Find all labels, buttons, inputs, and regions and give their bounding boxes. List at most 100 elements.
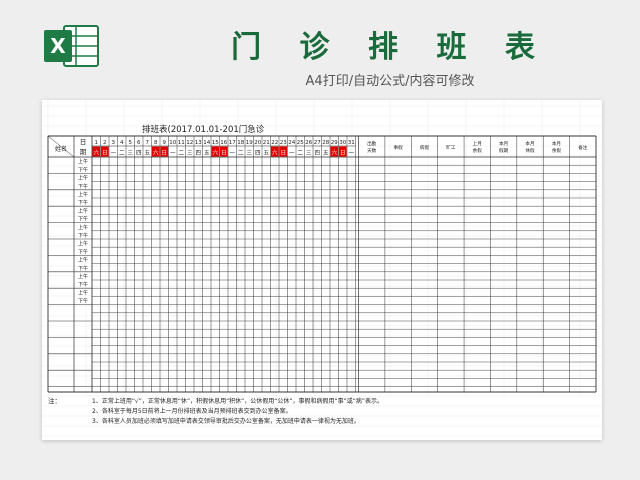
weekday-label: 六 <box>93 149 99 157</box>
weekday-label: 一 <box>348 151 354 157</box>
shift-label: 上午 <box>78 224 88 231</box>
stat-header: 上月 <box>473 140 482 147</box>
weekday-label: 三 <box>306 150 312 157</box>
day-number: 8 <box>154 140 158 146</box>
col-header-date-2: 期 <box>80 148 87 156</box>
weekday-label: 三 <box>246 150 252 157</box>
day-number: 29 <box>331 140 338 146</box>
day-number: 26 <box>305 140 312 146</box>
spreadsheet-preview: 排班表(2017.01.01-201门急诊 日期姓名 1 2 3 4 5 6 7 8 9 10 11 1… <box>42 100 602 440</box>
weekday-label: 二 <box>119 151 125 157</box>
weekday-label: 日 <box>102 150 108 157</box>
day-number: 3 <box>112 140 116 146</box>
stat-header-line2: 天数 <box>367 147 377 154</box>
shift-label: 下午 <box>78 248 88 255</box>
shift-label: 上午 <box>78 257 88 264</box>
day-number: 7 <box>146 140 150 146</box>
day-number: 19 <box>246 140 253 146</box>
day-number: 2 <box>103 140 107 146</box>
shift-label: 上午 <box>78 191 88 198</box>
stat-header: 备注 <box>578 144 588 151</box>
day-number: 24 <box>288 140 295 146</box>
weekday-label: 四 <box>255 150 261 157</box>
weekday-label: 二 <box>297 151 303 157</box>
day-number: 22 <box>271 140 278 146</box>
weekday-label: 日 <box>221 150 227 157</box>
stat-header: 事假 <box>393 144 403 151</box>
weekday-label: 二 <box>238 151 244 157</box>
day-number: 28 <box>322 140 329 146</box>
weekday-label: 二 <box>178 151 184 157</box>
shift-label: 下午 <box>78 232 88 239</box>
page-header: X 门 诊 排 班 表 A4打印/自动公式/内容可修改 <box>0 0 640 100</box>
day-number: 11 <box>178 140 185 146</box>
note-1: 1、正常上班用“√”，正常休息用“休”，积假休息用“积休”，公休假用“公休”，事… <box>92 397 383 405</box>
weekday-label: 日 <box>280 150 286 157</box>
stat-header-line2: 余假 <box>473 147 483 154</box>
stat-header: 本月 <box>499 140 508 147</box>
weekday-label: 四 <box>195 150 201 157</box>
day-number: 17 <box>229 140 236 146</box>
schedule-grid: 排班表(2017.01.01-201门急诊 日期姓名1 2 3 4 5 6 7 8 9 10 11 1… <box>42 100 602 437</box>
day-number: 9 <box>163 140 167 146</box>
day-number: 30 <box>339 140 346 146</box>
shift-label: 上午 <box>78 240 88 247</box>
note-3: 3、各科室人员加班必须填写加班申请表交领导审批后交办公室备案，无加班申请表一律视… <box>92 417 360 425</box>
weekday-label: 日 <box>340 150 346 157</box>
col-header-name: 姓名 <box>55 145 67 153</box>
stat-header-line2: 余假 <box>552 147 562 154</box>
day-number: 1 <box>95 140 99 146</box>
weekday-label: 四 <box>314 150 320 157</box>
note-2: 2、各科室于每月5日前将上一月份排班表及当月预排班表交到办公室备案。 <box>92 407 292 415</box>
notes-label: 注： <box>48 396 61 405</box>
weekday-label: 日 <box>161 150 167 157</box>
day-number: 6 <box>137 140 141 146</box>
weekday-label: 三 <box>127 150 133 157</box>
shift-label: 上午 <box>78 158 88 165</box>
shift-label: 下午 <box>78 298 88 305</box>
day-number: 18 <box>237 140 244 146</box>
weekday-label: 一 <box>170 151 176 157</box>
shift-label: 下午 <box>78 183 88 190</box>
stat-header: 旷工 <box>446 144 456 151</box>
excel-logo-icon: X <box>44 25 99 67</box>
shift-label: 下午 <box>78 265 88 272</box>
day-number: 27 <box>314 140 321 146</box>
weekday-label: 三 <box>187 150 193 157</box>
col-header-date-1: 日 <box>80 138 87 146</box>
weekday-label: 六 <box>212 149 218 157</box>
day-number: 15 <box>212 140 219 146</box>
day-number: 10 <box>169 140 176 146</box>
weekday-label: 六 <box>153 149 159 157</box>
weekday-label: 四 <box>136 150 142 157</box>
stat-header-line2: 假期 <box>499 147 509 154</box>
weekday-label: 六 <box>331 149 337 157</box>
weekday-label: 一 <box>289 151 295 157</box>
day-number: 21 <box>263 140 270 146</box>
stat-header: 出勤 <box>367 140 377 147</box>
page-subtitle: A4打印/自动公式/内容可修改 <box>305 74 475 89</box>
weekday-label: 一 <box>229 151 235 157</box>
weekday-label: 五 <box>144 150 150 157</box>
day-number: 4 <box>120 140 124 146</box>
shift-label: 下午 <box>78 199 88 206</box>
stat-header-line2: 休假 <box>525 147 535 154</box>
shift-label: 上午 <box>78 273 88 280</box>
stat-header: 本月 <box>552 140 561 147</box>
shift-label: 下午 <box>78 216 88 223</box>
day-number: 23 <box>280 140 287 146</box>
weekday-label: 五 <box>204 150 210 157</box>
day-number: 31 <box>348 140 355 146</box>
shift-label: 上午 <box>78 175 88 182</box>
weekday-label: 一 <box>110 151 116 157</box>
day-number: 16 <box>220 140 227 146</box>
day-number: 5 <box>129 140 133 146</box>
stat-header: 本月 <box>525 140 534 147</box>
day-number: 14 <box>203 140 210 146</box>
shift-label: 下午 <box>78 281 88 288</box>
logo-letter: X <box>50 34 66 58</box>
weekday-label: 五 <box>323 150 329 157</box>
shift-label: 上午 <box>78 207 88 214</box>
day-number: 25 <box>297 140 304 146</box>
table-title: 排班表(2017.01.01-201门急诊 <box>142 124 265 135</box>
